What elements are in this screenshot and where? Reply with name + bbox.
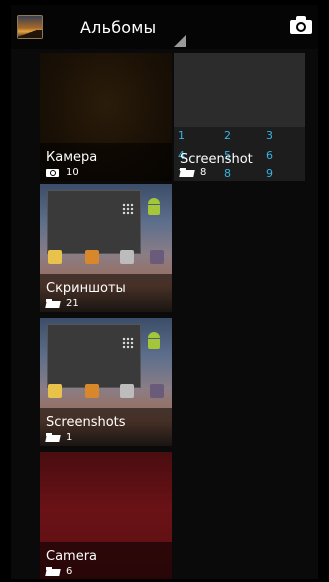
keypad-key: 3 xyxy=(266,129,273,142)
dock-icons xyxy=(45,384,169,404)
keypad-key: 6 xyxy=(266,149,273,162)
dock-icons xyxy=(45,250,169,270)
album-tile-camera-en[interactable]: Camera 6 xyxy=(40,452,172,579)
album-meta: 21 xyxy=(45,297,79,309)
album-tile-screenshots-en[interactable]: Screenshots 1 xyxy=(40,318,172,446)
album-count: 8 xyxy=(200,166,207,178)
keypad-key: 1 xyxy=(178,129,185,142)
apps-grid-icon xyxy=(122,337,134,349)
album-meta: 1 xyxy=(45,431,73,443)
album-meta: 6 xyxy=(45,565,73,577)
action-bar: Альбомы xyxy=(11,5,318,49)
camera-button[interactable] xyxy=(286,11,318,41)
gallery-app-icon[interactable] xyxy=(17,15,43,39)
android-icon xyxy=(147,332,161,352)
album-name: Screenshots xyxy=(46,415,126,430)
android-icon xyxy=(147,198,161,218)
gallery-screen: Альбомы Камера 10 1 2 3 4 5 6 7 8 9 Scre… xyxy=(11,5,318,579)
album-count: 10 xyxy=(66,166,79,178)
dropdown-indicator-icon[interactable] xyxy=(174,35,186,47)
album-count: 21 xyxy=(66,297,79,309)
keypad-key: 9 xyxy=(266,167,273,180)
widget-thumbnail xyxy=(47,190,141,254)
keypad-key: 8 xyxy=(224,167,231,180)
folder-icon xyxy=(179,167,195,177)
album-name: Камера xyxy=(46,150,98,165)
album-count: 1 xyxy=(66,431,73,443)
folder-icon xyxy=(45,566,61,576)
album-meta: 10 xyxy=(46,166,79,178)
widget-thumbnail xyxy=(47,324,141,388)
album-name: Скриншоты xyxy=(46,281,126,296)
folder-icon xyxy=(45,298,61,308)
folder-icon xyxy=(45,432,61,442)
album-name: Camera xyxy=(46,549,98,564)
album-name: Screenshot xyxy=(180,152,253,167)
album-tile-screenshot[interactable]: 1 2 3 4 5 6 7 8 9 Screenshot 8 xyxy=(174,53,305,181)
camera-icon xyxy=(46,167,60,177)
apps-grid-icon xyxy=(122,203,134,215)
album-tile-screenshots-ru[interactable]: Скриншоты 21 xyxy=(40,184,172,312)
album-tile-camera[interactable]: Камера 10 xyxy=(40,53,172,181)
album-view-spinner[interactable]: Альбомы xyxy=(80,18,156,37)
album-count: 6 xyxy=(66,565,73,577)
keypad-key: 2 xyxy=(224,129,231,142)
album-meta: 8 xyxy=(179,166,207,178)
